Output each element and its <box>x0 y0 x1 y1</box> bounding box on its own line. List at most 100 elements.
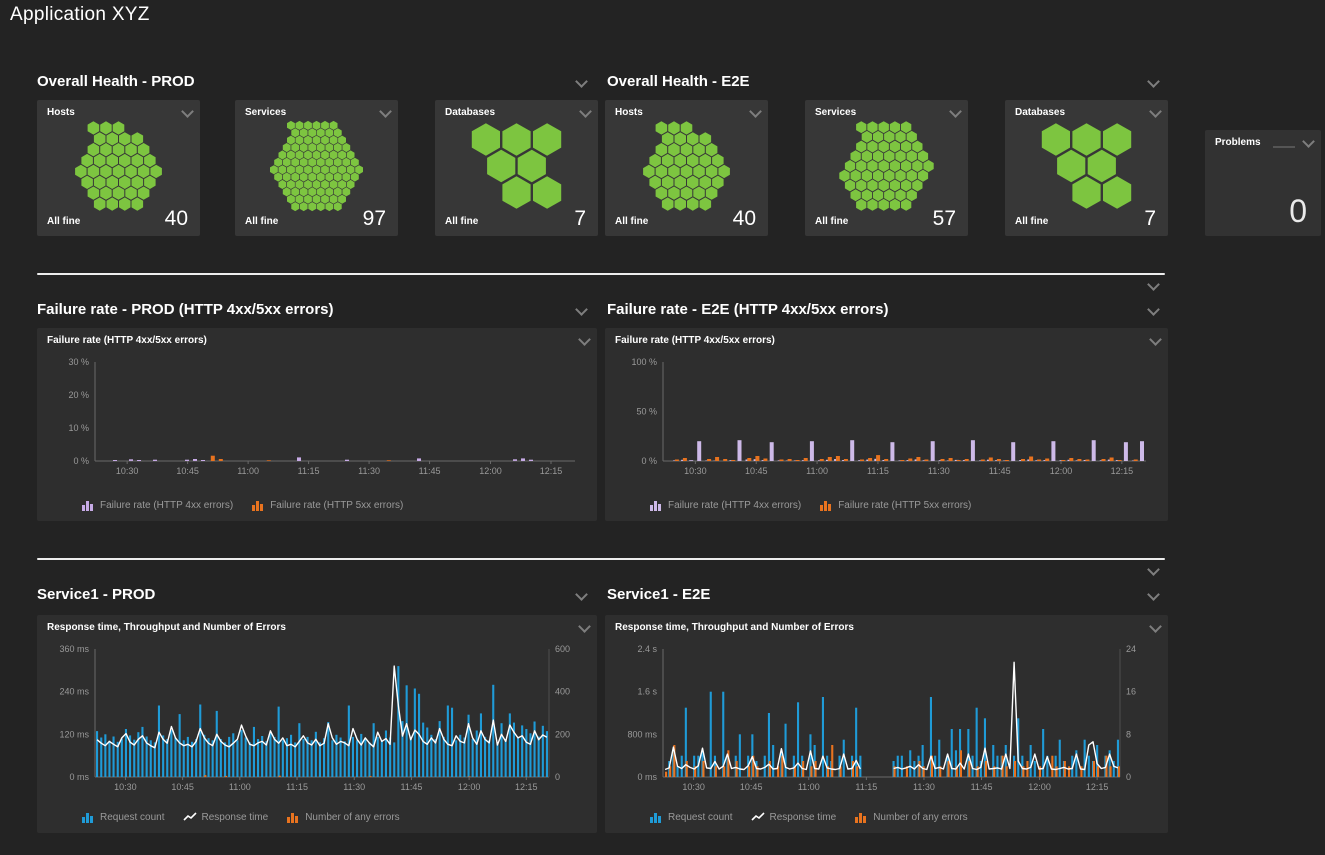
legend-item[interactable]: Request count <box>649 812 733 823</box>
hexagon-entity[interactable] <box>1103 123 1131 156</box>
problems-tile[interactable]: Problems 0 <box>1205 130 1321 236</box>
hexagon-entity[interactable] <box>867 180 877 192</box>
hexagon-entity[interactable] <box>88 143 100 156</box>
hexagon-entity[interactable] <box>321 165 329 174</box>
hexagon-entity[interactable] <box>330 195 338 204</box>
hexagon-entity[interactable] <box>338 180 346 189</box>
health-tile-services-e2e[interactable]: Services All fine 57 <box>805 100 968 236</box>
hexagon-entity[interactable] <box>862 131 872 143</box>
hexagon-entity[interactable] <box>296 121 304 130</box>
chevron-down-icon[interactable] <box>575 588 588 601</box>
hexagon-entity[interactable] <box>296 150 304 159</box>
hexagon-entity[interactable] <box>308 202 316 211</box>
hexagon-entity[interactable] <box>1072 123 1100 156</box>
hexagon-entity[interactable] <box>856 141 866 153</box>
hexagon-entity[interactable] <box>912 141 922 153</box>
hexagon-entity[interactable] <box>313 180 321 189</box>
hexagon-entity[interactable] <box>125 165 137 178</box>
hexagon-entity[interactable] <box>693 165 705 178</box>
chevron-down-icon[interactable] <box>949 105 962 118</box>
hexagon-entity[interactable] <box>321 136 329 145</box>
hexagon-entity[interactable] <box>287 180 295 189</box>
hexagon-entity[interactable] <box>895 170 905 182</box>
hexagon-entity[interactable] <box>274 173 282 182</box>
service-honeycomb[interactable] <box>243 120 390 212</box>
chevron-down-icon[interactable] <box>1149 333 1162 346</box>
hexagon-entity[interactable] <box>132 132 144 145</box>
hexagon-entity[interactable] <box>287 195 295 204</box>
hexagon-entity[interactable] <box>325 173 333 182</box>
service1-e2e-tile[interactable]: Response time, Throughput and Number of … <box>605 615 1168 833</box>
hexagon-entity[interactable] <box>81 176 93 189</box>
hexagon-entity[interactable] <box>700 132 712 145</box>
hexagon-entity[interactable] <box>296 165 304 174</box>
hexagon-entity[interactable] <box>681 165 693 178</box>
hexagon-entity[interactable] <box>907 150 917 162</box>
hexagon-entity[interactable] <box>355 165 363 174</box>
chevron-down-icon[interactable] <box>579 105 592 118</box>
hexagon-entity[interactable] <box>308 143 316 152</box>
hexagon-entity[interactable] <box>330 165 338 174</box>
hexagon-entity[interactable] <box>518 150 546 183</box>
hexagon-entity[interactable] <box>330 121 338 130</box>
hexagon-entity[interactable] <box>487 150 515 183</box>
hexagon-entity[interactable] <box>321 195 329 204</box>
hexagon-entity[interactable] <box>712 154 724 167</box>
hexagon-entity[interactable] <box>321 150 329 159</box>
hexagon-entity[interactable] <box>300 143 308 152</box>
legend-item[interactable]: Number of any errors <box>854 812 967 823</box>
hexagon-entity[interactable] <box>867 160 877 172</box>
hexagon-entity[interactable] <box>884 170 894 182</box>
hexagon-entity[interactable] <box>308 173 316 182</box>
hexagon-entity[interactable] <box>330 150 338 159</box>
hexagon-entity[interactable] <box>291 128 299 137</box>
hexagon-entity[interactable] <box>107 176 119 189</box>
hexagon-entity[interactable] <box>884 150 894 162</box>
hexagon-entity[interactable] <box>662 154 674 167</box>
legend-item[interactable]: Failure rate (HTTP 5xx errors) <box>819 500 971 511</box>
hexagon-entity[interactable] <box>317 202 325 211</box>
chevron-down-icon[interactable] <box>1147 303 1160 316</box>
hexagon-entity[interactable] <box>334 187 342 196</box>
hexagon-entity[interactable] <box>901 180 911 192</box>
hexagon-entity[interactable] <box>94 197 106 210</box>
hexagon-entity[interactable] <box>862 170 872 182</box>
hexagon-entity[interactable] <box>656 187 668 200</box>
chevron-down-icon[interactable] <box>1149 620 1162 633</box>
chevron-down-icon[interactable] <box>1149 105 1162 118</box>
hexagon-entity[interactable] <box>88 187 100 200</box>
hexagon-entity[interactable] <box>94 132 106 145</box>
hexagon-entity[interactable] <box>125 143 137 156</box>
hexagon-entity[interactable] <box>342 173 350 182</box>
hexagon-entity[interactable] <box>313 195 321 204</box>
hexagon-entity[interactable] <box>656 165 668 178</box>
legend-item[interactable]: Response time <box>751 812 837 823</box>
hexagon-entity[interactable] <box>325 128 333 137</box>
hexagon-entity[interactable] <box>313 150 321 159</box>
hexagon-entity[interactable] <box>687 197 699 210</box>
hexagon-entity[interactable] <box>94 154 106 167</box>
hexagon-entity[interactable] <box>308 187 316 196</box>
hexagon-entity[interactable] <box>681 121 693 134</box>
hexagon-entity[interactable] <box>317 173 325 182</box>
legend-item[interactable]: Number of any errors <box>286 812 399 823</box>
hexagon-entity[interactable] <box>351 173 359 182</box>
hexagon-entity[interactable] <box>100 165 112 178</box>
hexagon-entity[interactable] <box>132 197 144 210</box>
hexagon-entity[interactable] <box>119 132 131 145</box>
hexagon-entity[interactable] <box>113 165 125 178</box>
database-honeycomb[interactable] <box>443 120 590 212</box>
hexagon-entity[interactable] <box>274 158 282 167</box>
hexagon-entity[interactable] <box>291 187 299 196</box>
hexagon-entity[interactable] <box>662 132 674 145</box>
hexagon-entity[interactable] <box>907 170 917 182</box>
hexagon-entity[interactable] <box>879 199 889 211</box>
hexagon-entity[interactable] <box>334 128 342 137</box>
hexagon-entity[interactable] <box>890 199 900 211</box>
legend-item[interactable]: Response time <box>183 812 269 823</box>
hexagon-entity[interactable] <box>300 187 308 196</box>
hexagon-entity[interactable] <box>649 176 661 189</box>
hexagon-entity[interactable] <box>845 180 855 192</box>
hexagon-entity[interactable] <box>851 189 861 201</box>
hexagon-entity[interactable] <box>675 176 687 189</box>
